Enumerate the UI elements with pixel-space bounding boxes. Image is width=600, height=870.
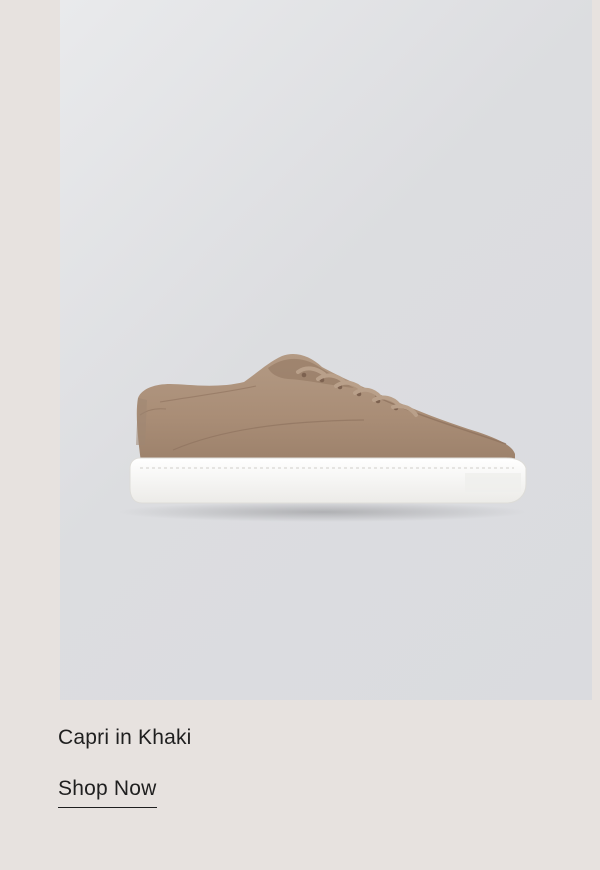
sneaker-image — [117, 354, 527, 522]
shop-now-link[interactable]: Shop Now — [58, 777, 157, 808]
product-name: Capri in Khaki — [58, 726, 192, 749]
product-image-panel[interactable] — [60, 0, 592, 700]
